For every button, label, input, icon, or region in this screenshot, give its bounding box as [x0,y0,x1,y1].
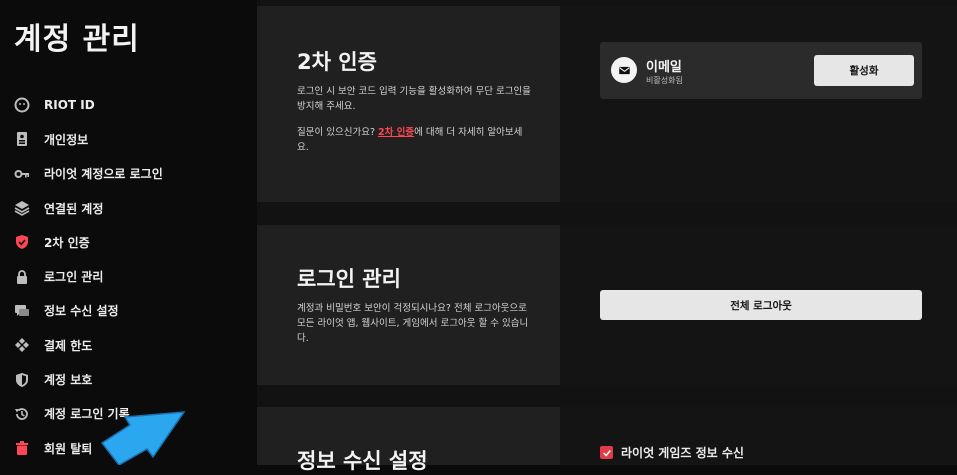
two-factor-help-text: 질문이 있으신가요? 2차 인증에 대해 더 자세히 알아보세요. [297,125,533,155]
two-factor-help-link[interactable]: 2차 인증 [378,127,414,138]
two-factor-title: 2차 인증 [297,50,377,74]
sidebar-item-communication-prefs[interactable]: 정보 수신 설정 [0,294,257,328]
id-card-icon [14,131,30,147]
riot-info-checkbox[interactable] [600,446,613,459]
login-management-description: 계정과 비밀번호 보안이 걱정되시나요? 전체 로그아웃으로 모든 라이엇 앱,… [297,303,529,344]
sidebar-item-label: 2차 인증 [44,235,90,250]
sidebar-item-label: 결제 한도 [44,338,93,353]
login-management-info: 로그인 관리 계정과 비밀번호 보안이 걱정되시나요? 전체 로그아웃으로 모든… [257,225,560,385]
page-title: 계정 관리 [14,22,140,57]
sidebar-item-personal-info[interactable]: 개인정보 [0,122,257,156]
email-method-status: 비활성화됨 [646,76,683,85]
activate-button[interactable]: 활성화 [814,55,914,86]
two-factor-panel [560,6,957,202]
profile-icon [14,97,30,113]
communication-prefs-title: 정보 수신 설정 [297,449,428,473]
two-factor-description: 로그인 시 보안 코드 입력 기능을 활성화하여 무단 로그인을 방지해 주세요… [297,86,531,112]
pointer-arrow-icon [100,411,186,465]
shield-check-icon [14,234,30,250]
sidebar-item-linked-accounts[interactable]: 연결된 계정 [0,191,257,225]
sidebar-item-label: 계정 보호 [44,373,93,388]
sidebar-item-label: 연결된 계정 [44,201,104,216]
riot-info-checkbox-row[interactable]: 라이엇 게임즈 정보 수신 [600,444,744,461]
email-method-box: 이메일 비활성화됨 활성화 [600,42,922,99]
sidebar-item-riot-sign-in[interactable]: 라이엇 계정으로 로그인 [0,157,257,191]
trash-icon [14,440,30,456]
sidebar-item-riot-id[interactable]: RIOT ID [0,88,257,122]
chat-bubble-icon [14,303,30,319]
lock-icon [14,269,30,285]
sidebar-item-label: RIOT ID [44,98,95,113]
check-icon [602,449,611,457]
sidebar-item-two-factor[interactable]: 2차 인증 [0,225,257,259]
sidebar-item-login-management[interactable]: 로그인 관리 [0,259,257,293]
main-content: 2차 인증 로그인 시 보안 코드 입력 기능을 활성화하여 무단 로그인을 방… [257,0,957,473]
communication-prefs-info: 정보 수신 설정 [257,407,560,473]
login-management-title: 로그인 관리 [297,267,401,291]
sidebar-item-label: 라이엇 계정으로 로그인 [44,167,163,182]
riot-info-checkbox-label: 라이엇 게임즈 정보 수신 [621,446,744,460]
history-icon [14,406,30,422]
sidebar-item-payment-limit[interactable]: 결제 한도 [0,328,257,362]
sidebar: 계정 관리 RIOT ID 개인정보 라이엇 계정으로 로그인 연결된 계정 2… [0,0,257,465]
key-icon [14,166,30,182]
shield-icon [14,372,30,388]
sidebar-item-label: 개인정보 [44,132,89,147]
help-prefix: 질문이 있으신가요? [297,127,379,138]
sidebar-item-label: 회원 탈퇴 [44,441,93,456]
email-method-title: 이메일 [646,60,682,75]
mail-icon [611,57,637,83]
two-factor-card: 2차 인증 로그인 시 보안 코드 입력 기능을 활성화하여 무단 로그인을 방… [257,6,957,202]
diamond-grid-icon [14,337,30,353]
sidebar-item-label: 정보 수신 설정 [44,304,119,319]
layers-icon [14,200,30,216]
logout-all-button[interactable]: 전체 로그아웃 [600,290,922,320]
sidebar-item-label: 로그인 관리 [44,270,104,285]
sidebar-item-account-protection[interactable]: 계정 보호 [0,362,257,396]
two-factor-info: 2차 인증 로그인 시 보안 코드 입력 기능을 활성화하여 무단 로그인을 방… [257,6,560,202]
